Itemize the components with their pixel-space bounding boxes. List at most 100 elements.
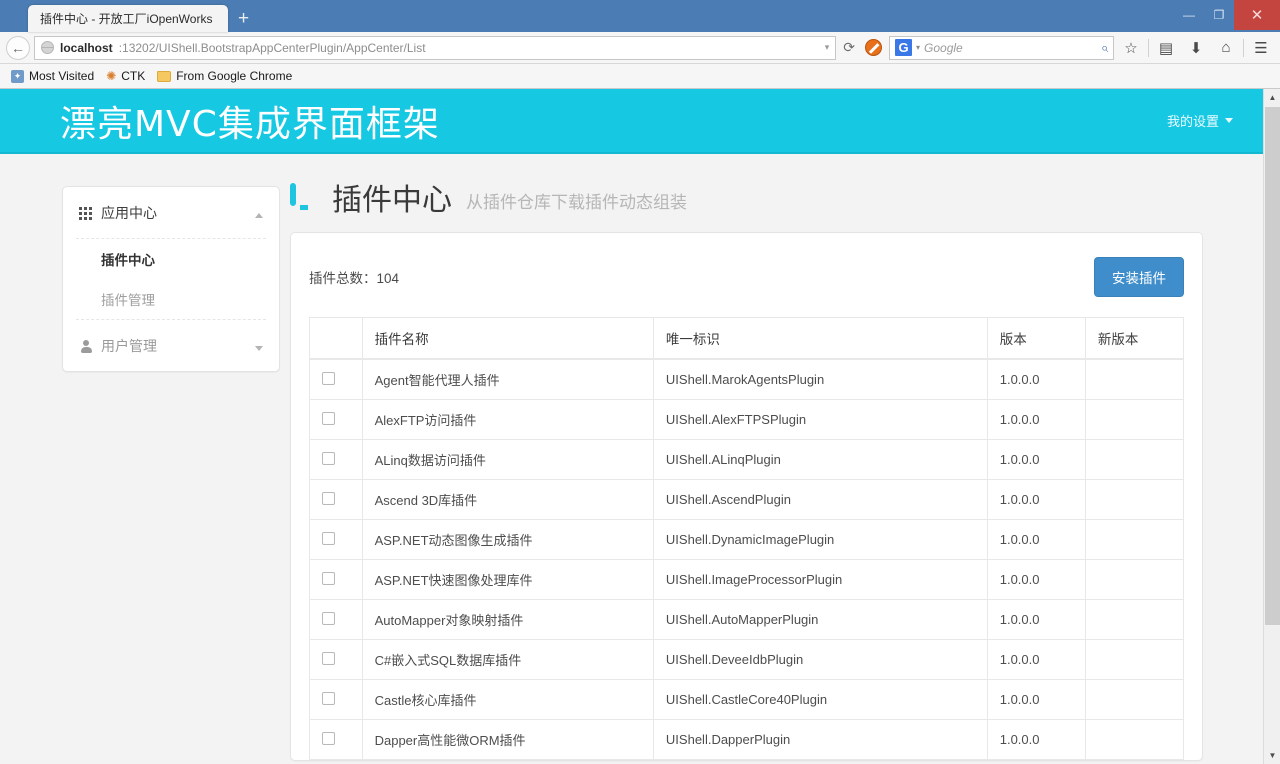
scrollbar-thumb[interactable] (1265, 107, 1280, 625)
plugin-version-cell: 1.0.0.0 (986, 479, 1086, 520)
row-checkbox[interactable] (322, 491, 335, 505)
reload-icon[interactable]: ⟳ (840, 39, 858, 56)
grid-icon (79, 206, 92, 220)
plugin-name-cell: ALinq数据访问插件 (361, 439, 654, 480)
sidebar-group-label: 用户管理 (101, 338, 157, 354)
nav-my-settings[interactable]: 我的设置 (1159, 105, 1241, 136)
table-body: Agent智能代理人插件 UIShell.MarokAgentsPlugin 1.0… (309, 358, 1185, 760)
table-row: ALinq数据访问插件 UIShell.ALinqPlugin 1.0.0.0 (309, 439, 1185, 480)
row-checkbox-cell (309, 399, 363, 440)
bookmark-label: From Google Chrome (176, 69, 293, 83)
plugin-name-cell: ASP.NET快速图像处理库件 (361, 559, 654, 600)
main-header: 插件中心 从插件仓库下载插件动态组装 (290, 183, 1203, 232)
row-checkbox-cell (309, 439, 363, 480)
google-icon: G (895, 39, 912, 56)
url-host: localhost (60, 40, 113, 55)
plugin-version-cell: 1.0.0.0 (986, 719, 1086, 760)
plugin-version-cell: 1.0.0.0 (986, 399, 1086, 440)
row-checkbox-cell (309, 358, 363, 400)
monitor-icon (290, 183, 318, 210)
maximize-button[interactable]: ❐ (1204, 1, 1234, 29)
row-checkbox-cell (309, 559, 363, 600)
plugin-panel: 插件总数：104 安装插件 插件名称 唯一标识 版本 新版本 Agent智能代理… (290, 232, 1203, 761)
column-header-version: 版本 (986, 317, 1086, 360)
noscript-icon[interactable] (865, 39, 882, 56)
total-count-label: 插件总数：104 (309, 271, 400, 286)
table-row: Castle核心库插件 UIShell.CastleCore40Plugin 1.0… (309, 679, 1185, 720)
search-icon[interactable]: ⌕ (1101, 40, 1108, 56)
install-plugin-button[interactable]: 安装插件 (1094, 257, 1184, 297)
plugin-identifier-cell: UIShell.ALinqPlugin (652, 439, 988, 480)
menu-icon[interactable]: ☰ (1248, 35, 1274, 61)
chevron-up-icon[interactable] (255, 205, 263, 221)
search-input[interactable]: G ▾ Google ⌕ (889, 35, 1114, 60)
bookmark-star-icon[interactable]: ☆ (1118, 35, 1144, 61)
plugin-new-version-cell (1084, 358, 1185, 400)
row-checkbox-cell (309, 519, 363, 560)
plugin-new-version-cell (1084, 679, 1185, 720)
home-icon[interactable]: ⌂ (1213, 35, 1239, 61)
new-tab-button[interactable]: + (238, 9, 249, 28)
plugin-version-cell: 1.0.0.0 (986, 559, 1086, 600)
table-row: ASP.NET动态图像生成插件 UIShell.DynamicImagePlugi… (309, 519, 1185, 560)
reader-icon[interactable]: ▤ (1153, 35, 1179, 61)
url-path: :13202/UIShell.BootstrapAppCenterPlugin/… (118, 40, 426, 55)
scroll-down-icon[interactable]: ▼ (1264, 747, 1280, 764)
folder-icon (157, 70, 172, 82)
chevron-down-icon[interactable]: ▾ (916, 43, 920, 52)
plugin-version-cell: 1.0.0.0 (986, 599, 1086, 640)
table-row: C#嵌入式SQL数据库插件 UIShell.DeveeIdbPlugin 1.0.0… (309, 639, 1185, 680)
page-viewport: 漂亮MVC集成界面框架 我的设置 应用中心 插件中心 插件管理 用户管理 插件中… (0, 89, 1280, 764)
back-icon[interactable]: ← (6, 35, 30, 60)
row-checkbox[interactable] (322, 371, 335, 385)
close-button[interactable]: ✕ (1234, 0, 1280, 30)
table-row: AlexFTP访问插件 UIShell.AlexFTPSPlugin 1.0.0.0 (309, 399, 1185, 440)
bookmark-most-visited[interactable]: ✦ Most Visited (8, 68, 97, 84)
column-header-select (309, 317, 363, 360)
row-checkbox[interactable] (322, 411, 335, 425)
chevron-down-icon[interactable] (255, 338, 263, 354)
sidebar-group-app-center[interactable]: 应用中心 (63, 187, 279, 238)
row-checkbox[interactable] (322, 611, 335, 625)
table-header: 插件名称 唯一标识 版本 新版本 (309, 317, 1185, 360)
row-checkbox-cell (309, 479, 363, 520)
main-content: 插件中心 从插件仓库下载插件动态组装 插件总数：104 安装插件 插件名称 唯一… (290, 183, 1263, 761)
row-checkbox[interactable] (322, 731, 335, 745)
bookmark-ctk[interactable]: ✺ CTK (103, 68, 148, 84)
browser-tab[interactable]: 插件中心 - 开放工厂iOpenWorks (28, 5, 228, 32)
table-row: Agent智能代理人插件 UIShell.MarokAgentsPlugin 1.0… (309, 358, 1185, 400)
row-checkbox[interactable] (322, 571, 335, 585)
row-checkbox[interactable] (322, 451, 335, 465)
table-row: ASP.NET快速图像处理库件 UIShell.ImageProcessorPlu… (309, 559, 1185, 600)
sidebar-group-user-manage[interactable]: 用户管理 (63, 320, 279, 371)
table-header-row: 插件名称 唯一标识 版本 新版本 (309, 317, 1185, 360)
download-icon[interactable]: ⬇ (1183, 35, 1209, 61)
url-input[interactable]: localhost :13202/UIShell.BootstrapAppCent… (34, 35, 837, 60)
plugin-identifier-cell: UIShell.DapperPlugin (652, 719, 988, 760)
plugin-version-cell: 1.0.0.0 (986, 639, 1086, 680)
minimize-button[interactable]: — (1174, 1, 1204, 29)
row-checkbox[interactable] (322, 531, 335, 545)
bookmarks-bar: ✦ Most Visited ✺ CTK From Google Chrome (0, 64, 1280, 89)
nav-my-settings-label: 我的设置 (1166, 114, 1219, 129)
bookmark-from-google-chrome[interactable]: From Google Chrome (154, 68, 295, 84)
bookmark-star-icon: ✺ (106, 69, 117, 83)
plugin-name-cell: ASP.NET动态图像生成插件 (361, 519, 654, 560)
chevron-down-icon[interactable]: ▾ (825, 42, 830, 53)
globe-icon (41, 41, 54, 54)
sidebar-item-plugin-center[interactable]: 插件中心 (63, 239, 279, 279)
row-checkbox[interactable] (322, 651, 335, 665)
toolbar-divider (1243, 38, 1244, 57)
plugin-identifier-cell: UIShell.ImageProcessorPlugin (652, 559, 988, 600)
scroll-up-icon[interactable]: ▲ (1264, 89, 1280, 106)
plugin-new-version-cell (1084, 559, 1185, 600)
plugin-identifier-cell: UIShell.CastleCore40Plugin (652, 679, 988, 720)
sidebar-item-plugin-manage[interactable]: 插件管理 (63, 279, 279, 319)
sidebar-group-label: 应用中心 (101, 205, 157, 221)
sidebar-column: 应用中心 插件中心 插件管理 用户管理 (0, 186, 290, 761)
site-nav: 我的设置 (1159, 105, 1241, 136)
page-scrollbar[interactable]: ▲ ▼ (1263, 89, 1280, 764)
row-checkbox[interactable] (322, 691, 335, 705)
row-checkbox-cell (309, 639, 363, 680)
plugin-version-cell: 1.0.0.0 (986, 519, 1086, 560)
